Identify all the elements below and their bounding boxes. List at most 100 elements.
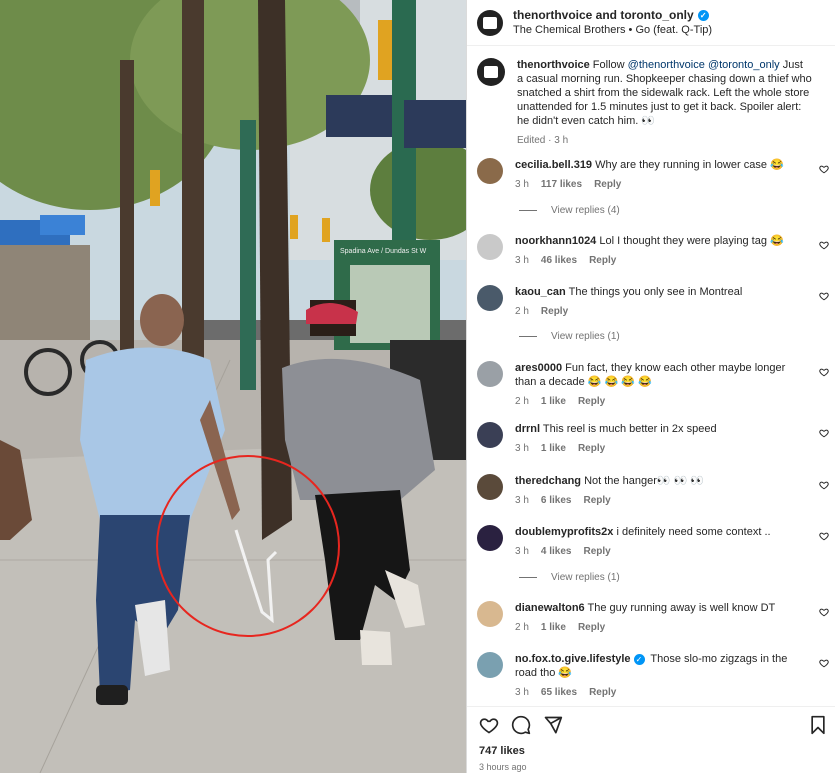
post-video[interactable]: Spadina Ave / Dundas St W: [0, 0, 466, 773]
comment-like-count[interactable]: 46 likes: [541, 254, 577, 268]
reply-button[interactable]: Reply: [541, 305, 568, 319]
like-count[interactable]: 747 likes: [479, 745, 525, 757]
comment-body: drrnl This reel is much better in 2x spe…: [515, 422, 805, 456]
commenter-avatar[interactable]: [477, 234, 503, 260]
comment-item: no.fox.to.give.lifestyle ✓ Those slo-mo z…: [467, 652, 835, 700]
comment-username[interactable]: ares0000: [515, 362, 562, 374]
view-replies-button[interactable]: View replies (1): [519, 572, 620, 583]
comment-line: noorkhann1024 Lol I thought they were pl…: [515, 234, 805, 248]
comment-bubble-icon[interactable]: [511, 715, 531, 735]
reply-button[interactable]: Reply: [589, 254, 616, 268]
comment-like-count[interactable]: 1 like: [541, 621, 566, 635]
view-replies-button[interactable]: View replies (1): [519, 331, 620, 342]
save-bookmark-icon[interactable]: [809, 715, 827, 735]
comment-item: dianewalton6 The guy running away is wel…: [467, 601, 835, 635]
reply-button[interactable]: Reply: [584, 494, 611, 508]
commenter-avatar[interactable]: [477, 422, 503, 448]
comment-item: drrnl This reel is much better in 2x spe…: [467, 422, 835, 456]
reply-button[interactable]: Reply: [584, 545, 611, 559]
comment-item: noorkhann1024 Lol I thought they were pl…: [467, 234, 835, 268]
highlight-circle: [156, 455, 340, 637]
comment-like-heart-icon[interactable]: [819, 428, 829, 438]
reply-button[interactable]: Reply: [578, 442, 605, 456]
view-replies-label: View replies (1): [551, 572, 620, 583]
commenter-avatar[interactable]: [477, 158, 503, 184]
view-replies-button[interactable]: View replies (4): [519, 205, 620, 216]
comment-like-heart-icon[interactable]: [819, 531, 829, 541]
mention-link[interactable]: @thenorthvoice: [628, 59, 705, 71]
comment-text: Why are they running in lower case 😂: [595, 159, 784, 171]
comment-like-heart-icon[interactable]: [819, 291, 829, 301]
comment-like-heart-icon[interactable]: [819, 367, 829, 377]
commenter-avatar[interactable]: [477, 601, 503, 627]
comment-like-heart-icon[interactable]: [819, 164, 829, 174]
reply-button[interactable]: Reply: [594, 178, 621, 192]
comment-like-heart-icon[interactable]: [819, 480, 829, 490]
comment-meta: 3 h 65 likes Reply: [515, 686, 805, 700]
comment-line: drrnl This reel is much better in 2x spe…: [515, 422, 805, 436]
comment-time: 2 h: [515, 622, 529, 633]
reply-button[interactable]: Reply: [578, 395, 605, 409]
caption-username[interactable]: thenorthvoice: [517, 59, 590, 71]
comment-item: theredchang Not the hanger👀 👀 👀 3 h 6 like…: [467, 474, 835, 508]
comment-text: The guy running away is well know DT: [587, 602, 776, 614]
comment-like-count[interactable]: 65 likes: [541, 686, 577, 700]
comment-username[interactable]: cecilia.bell.319: [515, 159, 592, 171]
comment-like-count[interactable]: 4 likes: [541, 545, 572, 559]
comment-text: i definitely need some context ..: [616, 526, 771, 538]
caption-avatar[interactable]: [477, 58, 505, 86]
comment-meta: 3 h 1 like Reply: [515, 442, 805, 456]
mention-link[interactable]: @toronto_only: [708, 59, 780, 71]
comment-like-count[interactable]: 6 likes: [541, 494, 572, 508]
commenter-avatar[interactable]: [477, 652, 503, 678]
reply-button[interactable]: Reply: [578, 621, 605, 635]
reply-button[interactable]: Reply: [589, 686, 616, 700]
comment-body: no.fox.to.give.lifestyle ✓ Those slo-mo z…: [515, 652, 805, 700]
commenter-avatar[interactable]: [477, 474, 503, 500]
comment-username[interactable]: dianewalton6: [515, 602, 585, 614]
comment-body: theredchang Not the hanger👀 👀 👀 3 h 6 like…: [515, 474, 805, 508]
author-avatar[interactable]: [477, 9, 503, 36]
caption-edited-time: Edited · 3 h: [517, 135, 569, 146]
comment-username[interactable]: kaou_can: [515, 286, 566, 298]
share-send-icon[interactable]: [543, 715, 563, 735]
comment-time: 3 h: [515, 546, 529, 557]
comment-time: 2 h: [515, 396, 529, 407]
comment-line: kaou_can The things you only see in Mont…: [515, 285, 805, 299]
author-names-link[interactable]: thenorthvoice and toronto_only: [513, 8, 694, 23]
comment-username[interactable]: theredchang: [515, 475, 581, 487]
comment-meta: 2 h Reply: [515, 305, 805, 319]
comment-username[interactable]: no.fox.to.give.lifestyle: [515, 653, 631, 665]
comment-item: ares0000 Fun fact, they know each other …: [467, 361, 835, 409]
comment-username[interactable]: noorkhann1024: [515, 235, 596, 247]
post-actions: 747 likes 3 hours ago: [467, 706, 835, 773]
comment-text: This reel is much better in 2x speed: [542, 423, 717, 435]
view-replies-label: View replies (4): [551, 205, 620, 216]
comments-list[interactable]: thenorthvoice Follow @thenorthvoice @tor…: [467, 46, 835, 708]
header-title-row: thenorthvoice and toronto_only ✓: [513, 8, 712, 23]
comment-username[interactable]: doublemyprofits2x: [515, 526, 613, 538]
comment-like-count[interactable]: 1 like: [541, 395, 566, 409]
comment-time: 3 h: [515, 255, 529, 266]
caption-meta: Edited · 3 h: [517, 134, 812, 148]
comment-item: cecilia.bell.319 Why are they running in…: [467, 158, 835, 192]
comment-like-count[interactable]: 1 like: [541, 442, 566, 456]
comment-like-heart-icon[interactable]: [819, 240, 829, 250]
commenter-avatar[interactable]: [477, 285, 503, 311]
comment-line: dianewalton6 The guy running away is wel…: [515, 601, 805, 615]
comment-like-heart-icon[interactable]: [819, 607, 829, 617]
post-header: thenorthvoice and toronto_only ✓ The Che…: [467, 0, 835, 46]
commenter-avatar[interactable]: [477, 525, 503, 551]
logo-mark-icon: [484, 66, 498, 78]
view-replies-label: View replies (1): [551, 331, 620, 342]
commenter-avatar[interactable]: [477, 361, 503, 387]
comment-like-count[interactable]: 117 likes: [541, 178, 582, 192]
header-text: thenorthvoice and toronto_only ✓ The Che…: [513, 8, 712, 38]
comment-username[interactable]: drrnl: [515, 423, 540, 435]
like-heart-icon[interactable]: [479, 715, 499, 735]
comment-item: kaou_can The things you only see in Mont…: [467, 285, 835, 319]
audio-link[interactable]: The Chemical Brothers • Go (feat. Q-Tip): [513, 23, 712, 38]
comment-like-heart-icon[interactable]: [819, 658, 829, 668]
action-icons: [479, 715, 563, 735]
replies-divider-line: [519, 577, 537, 578]
